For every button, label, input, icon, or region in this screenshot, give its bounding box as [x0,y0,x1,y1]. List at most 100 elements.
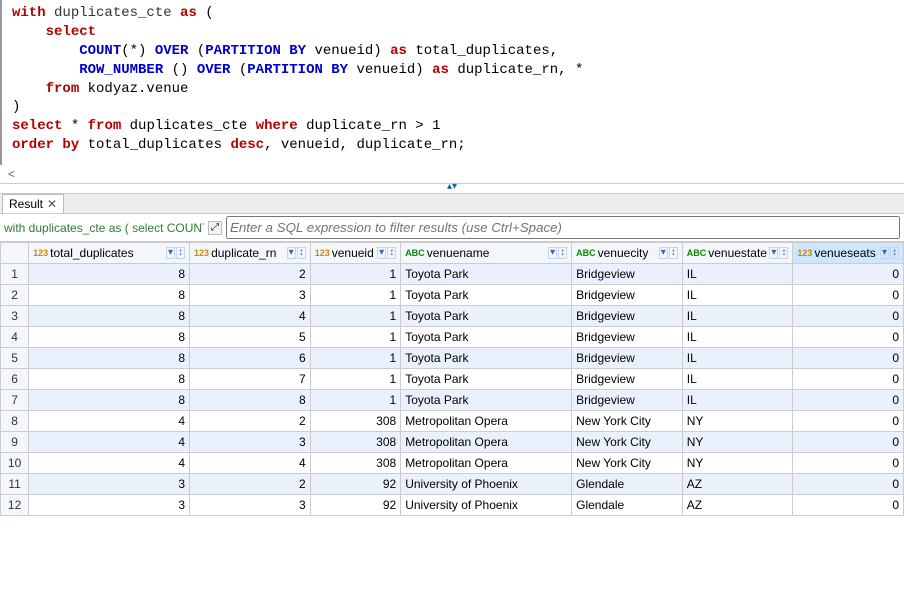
column-header-venueid[interactable]: 123 venueid▾↕ [310,243,401,264]
cell-venueid[interactable]: 308 [310,432,401,453]
cell-venueid[interactable]: 1 [310,327,401,348]
cell-venueseats[interactable]: 0 [793,453,904,474]
cell-total_duplicates[interactable]: 4 [29,432,190,453]
cell-venueseats[interactable]: 0 [793,285,904,306]
cell-venueseats[interactable]: 0 [793,390,904,411]
cell-venueid[interactable]: 308 [310,411,401,432]
cell-venuecity[interactable]: New York City [572,453,683,474]
row-number[interactable]: 5 [1,348,29,369]
sql-editor-content[interactable]: with duplicates_cte as ( select COUNT(*)… [12,4,904,155]
row-number[interactable]: 4 [1,327,29,348]
cell-venuestate[interactable]: NY [682,453,793,474]
cell-venueid[interactable]: 1 [310,285,401,306]
cell-duplicate_rn[interactable]: 2 [190,411,311,432]
tab-result[interactable]: Result ✕ [2,194,64,213]
cell-venuename[interactable]: Metropolitan Opera [401,432,572,453]
cell-venuestate[interactable]: AZ [682,474,793,495]
cell-venueid[interactable]: 1 [310,369,401,390]
cell-total_duplicates[interactable]: 3 [29,474,190,495]
cell-duplicate_rn[interactable]: 3 [190,432,311,453]
sort-icon[interactable]: ↕ [387,247,396,259]
cell-total_duplicates[interactable]: 8 [29,348,190,369]
filter-icon[interactable]: ▾ [287,247,296,259]
cell-venuename[interactable]: Metropolitan Opera [401,453,572,474]
cell-venueseats[interactable]: 0 [793,432,904,453]
cell-total_duplicates[interactable]: 8 [29,285,190,306]
cell-venuestate[interactable]: IL [682,390,793,411]
cell-venuecity[interactable]: New York City [572,432,683,453]
row-number[interactable]: 12 [1,495,29,516]
table-row[interactable]: 1044308Metropolitan OperaNew York CityNY… [1,453,904,474]
cell-venuename[interactable]: Toyota Park [401,348,572,369]
filter-icon[interactable]: ▾ [377,247,386,259]
cell-venuename[interactable]: Toyota Park [401,306,572,327]
panel-resize-handle[interactable]: ▴▾ [0,183,904,193]
cell-venuecity[interactable]: New York City [572,411,683,432]
cell-venuename[interactable]: Toyota Park [401,369,572,390]
sort-icon[interactable]: ↕ [176,247,185,259]
cell-duplicate_rn[interactable]: 6 [190,348,311,369]
cell-total_duplicates[interactable]: 8 [29,327,190,348]
cell-total_duplicates[interactable]: 8 [29,306,190,327]
table-row[interactable]: 113292University of PhoenixGlendaleAZ0 [1,474,904,495]
column-header-total_duplicates[interactable]: 123 total_duplicates▾↕ [29,243,190,264]
column-header-venuestate[interactable]: ABC venuestate▾↕ [682,243,793,264]
cell-venueseats[interactable]: 0 [793,474,904,495]
cell-venuename[interactable]: University of Phoenix [401,495,572,516]
table-row[interactable]: 7881Toyota ParkBridgeviewIL0 [1,390,904,411]
cell-total_duplicates[interactable]: 8 [29,390,190,411]
column-header-venuename[interactable]: ABC venuename▾↕ [401,243,572,264]
table-row[interactable]: 943308Metropolitan OperaNew York CityNY0 [1,432,904,453]
row-number[interactable]: 10 [1,453,29,474]
cell-venueid[interactable]: 1 [310,348,401,369]
cell-venuestate[interactable]: IL [682,306,793,327]
cell-venueid[interactable]: 1 [310,390,401,411]
cell-total_duplicates[interactable]: 4 [29,453,190,474]
cell-venueid[interactable]: 92 [310,495,401,516]
cell-venueid[interactable]: 92 [310,474,401,495]
cell-venueseats[interactable]: 0 [793,369,904,390]
filter-input[interactable] [226,216,900,239]
cell-venueid[interactable]: 308 [310,453,401,474]
cell-total_duplicates[interactable]: 8 [29,264,190,285]
filter-icon[interactable]: ▾ [659,247,668,259]
cell-venuestate[interactable]: IL [682,348,793,369]
cell-duplicate_rn[interactable]: 2 [190,264,311,285]
column-header-venuecity[interactable]: ABC venuecity▾↕ [572,243,683,264]
cell-venuename[interactable]: Toyota Park [401,390,572,411]
row-number[interactable]: 8 [1,411,29,432]
sort-icon[interactable]: ↕ [297,247,306,259]
filter-icon[interactable]: ▾ [769,247,778,259]
cell-venuecity[interactable]: Bridgeview [572,348,683,369]
close-icon[interactable]: ✕ [47,197,57,211]
cell-duplicate_rn[interactable]: 5 [190,327,311,348]
table-row[interactable]: 4851Toyota ParkBridgeviewIL0 [1,327,904,348]
row-number[interactable]: 6 [1,369,29,390]
table-row[interactable]: 3841Toyota ParkBridgeviewIL0 [1,306,904,327]
cell-duplicate_rn[interactable]: 8 [190,390,311,411]
sql-editor[interactable]: with duplicates_cte as ( select COUNT(*)… [0,0,904,165]
cell-total_duplicates[interactable]: 4 [29,411,190,432]
filter-icon[interactable]: ▾ [880,247,889,259]
cell-venueseats[interactable]: 0 [793,327,904,348]
sort-icon[interactable]: ↕ [779,247,788,259]
row-number[interactable]: 7 [1,390,29,411]
cell-venuecity[interactable]: Bridgeview [572,306,683,327]
cell-venueseats[interactable]: 0 [793,495,904,516]
cell-duplicate_rn[interactable]: 4 [190,306,311,327]
column-header-duplicate_rn[interactable]: 123 duplicate_rn▾↕ [190,243,311,264]
cell-venuecity[interactable]: Glendale [572,474,683,495]
cell-venuecity[interactable]: Bridgeview [572,264,683,285]
cell-venuecity[interactable]: Bridgeview [572,369,683,390]
cell-venueid[interactable]: 1 [310,306,401,327]
row-number[interactable]: 11 [1,474,29,495]
table-row[interactable]: 123392University of PhoenixGlendaleAZ0 [1,495,904,516]
column-header-venueseats[interactable]: 123 venueseats▾↕ [793,243,904,264]
cell-total_duplicates[interactable]: 3 [29,495,190,516]
row-number[interactable]: 1 [1,264,29,285]
sort-icon[interactable]: ↕ [669,247,678,259]
table-row[interactable]: 1821Toyota ParkBridgeviewIL0 [1,264,904,285]
filter-icon[interactable]: ▾ [166,247,175,259]
cell-venuename[interactable]: Toyota Park [401,327,572,348]
cell-venuecity[interactable]: Glendale [572,495,683,516]
